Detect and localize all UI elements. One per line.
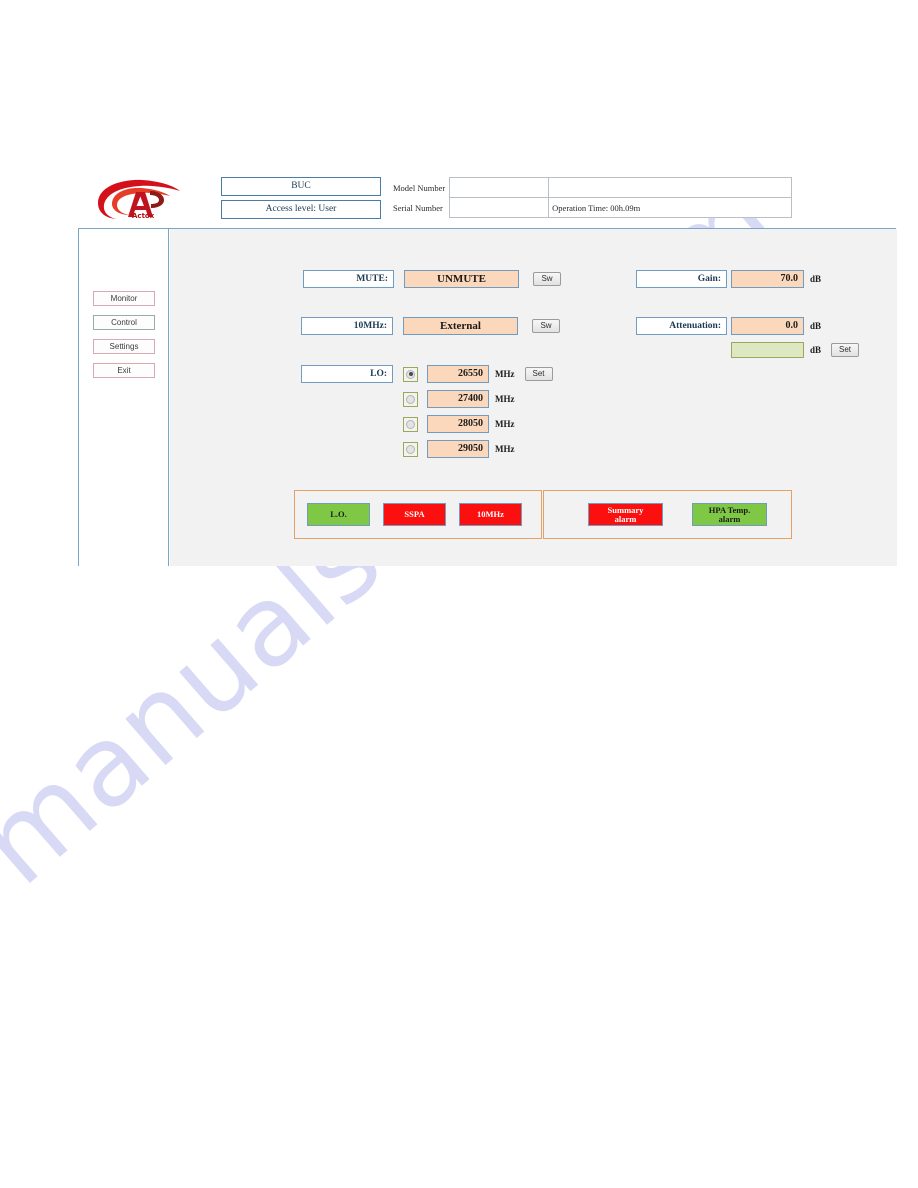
application-page: Actox BUC Access level: User Model Numbe…	[0, 0, 918, 1188]
lo-row-1: LO: 26550 MHz Set	[301, 365, 553, 383]
radio-dot-icon	[406, 419, 415, 429]
model-number-label: Model Number	[391, 177, 450, 198]
ref-10mhz-value: External	[403, 317, 518, 335]
sidebar-item-monitor[interactable]: Monitor	[93, 291, 155, 306]
lo-row-4: 29050 MHz	[403, 440, 515, 458]
ref-10mhz-row: 10MHz: External Sw	[301, 317, 560, 335]
lo-value-1: 26550	[427, 365, 489, 383]
alarm-sspa: SSPA	[383, 503, 446, 526]
header-identity-boxes: BUC Access level: User	[221, 177, 381, 223]
gain-label: Gain:	[636, 270, 727, 288]
sidebar: Monitor Control Settings Exit	[79, 229, 169, 566]
radio-dot-icon	[406, 394, 415, 404]
content-area: MUTE: UNMUTE Sw 10MHz: External Sw LO: 2…	[170, 229, 897, 566]
mute-switch-button[interactable]: Sw	[533, 272, 561, 286]
alarm-summary-line2: alarm	[614, 513, 637, 524]
lo-value-3: 28050	[427, 415, 489, 433]
lo-unit-1: MHz	[495, 369, 515, 379]
page-header: Actox BUC Access level: User Model Numbe…	[78, 174, 896, 226]
lo-set-button[interactable]: Set	[524, 367, 553, 381]
attenuation-set-row: dB Set	[731, 342, 860, 358]
access-level-box: Access level: User	[221, 200, 381, 219]
alarm-panel-left: L.O. SSPA 10MHz	[294, 490, 542, 539]
alarm-summary: Summary alarm	[588, 503, 663, 526]
ref-10mhz-switch-button[interactable]: Sw	[532, 319, 560, 333]
alarm-10mhz: 10MHz	[459, 503, 522, 526]
lo-row-3: 28050 MHz	[403, 415, 515, 433]
model-number-extra	[548, 177, 793, 198]
alarm-hpa-temp-line2: alarm	[718, 513, 741, 524]
attenuation-label: Attenuation:	[636, 317, 727, 335]
mute-value: UNMUTE	[404, 270, 519, 288]
radio-dot-icon	[406, 444, 415, 454]
svg-text:Actox: Actox	[132, 212, 155, 220]
lo-value-4: 29050	[427, 440, 489, 458]
sidebar-item-exit[interactable]: Exit	[93, 363, 155, 378]
gain-unit: dB	[810, 274, 822, 284]
lo-radio-1[interactable]	[403, 366, 418, 382]
lo-unit-2: MHz	[495, 394, 515, 404]
alarm-lo: L.O.	[307, 503, 370, 526]
mute-label: MUTE:	[303, 270, 394, 288]
attenuation-unit: dB	[810, 321, 822, 331]
lo-unit-3: MHz	[495, 419, 515, 429]
ref-10mhz-label: 10MHz:	[301, 317, 393, 335]
header-info-table: Model Number Serial Number Operation Tim…	[391, 177, 793, 218]
sidebar-item-settings[interactable]: Settings	[93, 339, 155, 354]
lo-label: LO:	[301, 365, 393, 383]
lo-unit-4: MHz	[495, 444, 515, 454]
sidebar-item-control[interactable]: Control	[93, 315, 155, 330]
table-row: Serial Number Operation Time: 00h.09m	[391, 197, 793, 218]
company-logo-icon: Actox	[92, 177, 182, 221]
gain-value: 70.0	[731, 270, 804, 288]
main-frame: Monitor Control Settings Exit MUTE: UNMU…	[78, 228, 897, 566]
alarm-hpa-temp: HPA Temp. alarm	[692, 503, 767, 526]
attenuation-input-unit: dB	[810, 345, 822, 355]
attenuation-input[interactable]	[731, 342, 804, 358]
lo-value-2: 27400	[427, 390, 489, 408]
lo-radio-3[interactable]	[403, 416, 418, 432]
radio-dot-icon	[406, 369, 415, 379]
serial-number-value	[449, 197, 550, 218]
gain-row: Gain: 70.0 dB	[636, 270, 821, 288]
alarm-panel-right: Summary alarm HPA Temp. alarm	[543, 490, 792, 539]
lo-row-2: 27400 MHz	[403, 390, 515, 408]
device-type-box: BUC	[221, 177, 381, 196]
attenuation-set-button[interactable]: Set	[831, 343, 860, 357]
lo-radio-2[interactable]	[403, 391, 418, 407]
attenuation-row: Attenuation: 0.0 dB	[636, 317, 821, 335]
operation-time-value: Operation Time: 00h.09m	[548, 197, 793, 218]
attenuation-value: 0.0	[731, 317, 804, 335]
sidebar-menu: Monitor Control Settings Exit	[93, 291, 155, 387]
table-row: Model Number	[391, 177, 793, 198]
serial-number-label: Serial Number	[391, 197, 450, 218]
lo-radio-4[interactable]	[403, 441, 418, 457]
mute-row: MUTE: UNMUTE Sw	[303, 270, 561, 288]
model-number-value	[449, 177, 550, 198]
